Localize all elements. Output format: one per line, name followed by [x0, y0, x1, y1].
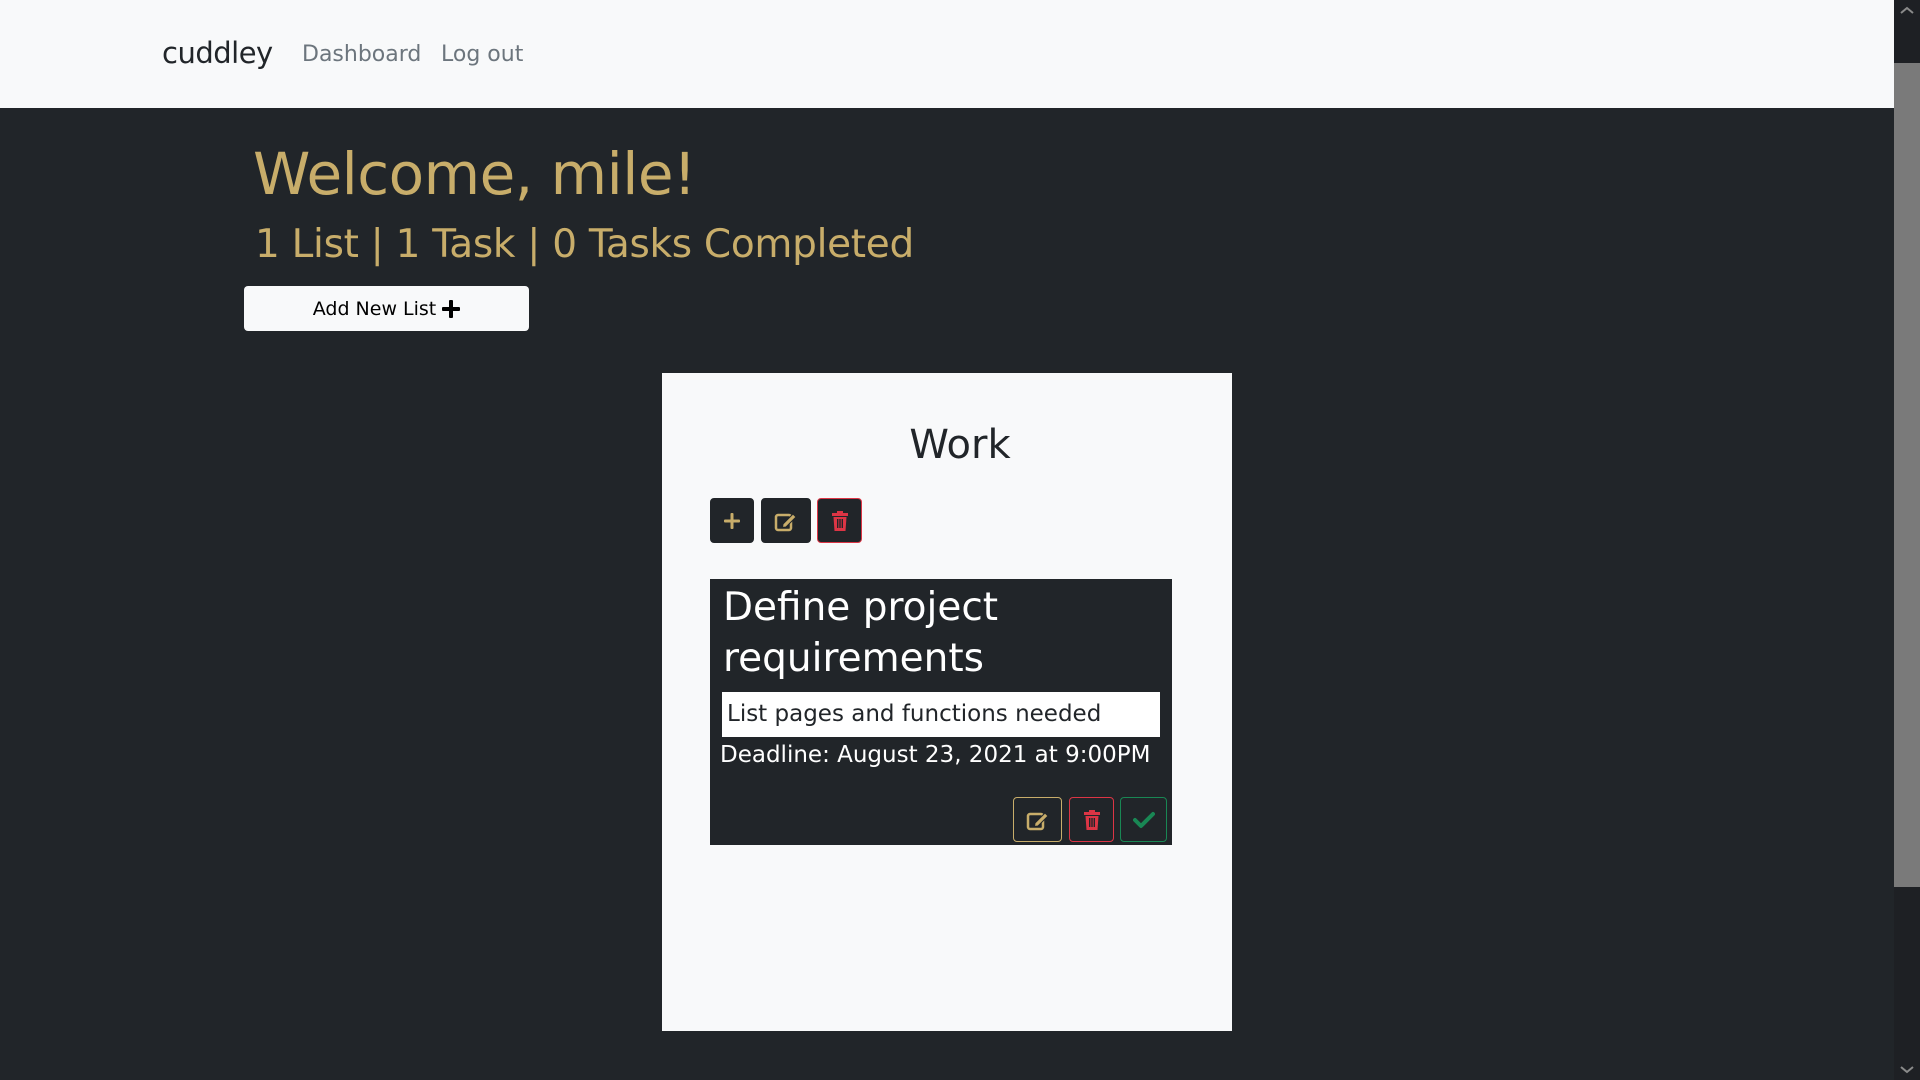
edit-icon: [774, 512, 797, 531]
chevron-down-icon: [1900, 1066, 1914, 1074]
list-title: Work: [909, 422, 1011, 468]
add-new-list-label: Add New List: [312, 297, 437, 320]
complete-task-button[interactable]: [1120, 797, 1167, 842]
edit-icon: [1026, 811, 1049, 830]
task-title: Define project requirements: [723, 585, 999, 681]
nav-link-logout[interactable]: Log out: [441, 42, 523, 67]
add-task-button[interactable]: [710, 498, 754, 543]
check-icon: [1132, 811, 1155, 828]
plus-icon: [724, 512, 740, 529]
chevron-up-icon: [1900, 6, 1914, 14]
scrollbar-thumb[interactable]: [1894, 63, 1920, 887]
delete-list-button[interactable]: [817, 498, 862, 543]
add-new-list-button[interactable]: Add New List: [244, 286, 529, 331]
navbar: cuddley Dashboard Log out: [0, 0, 1894, 108]
scroll-down-button[interactable]: [1894, 1060, 1920, 1080]
page-scrollbar[interactable]: [1894, 0, 1920, 1080]
plus-icon: [442, 299, 461, 318]
welcome-heading: Welcome, mile!: [253, 140, 696, 208]
delete-task-button[interactable]: [1069, 797, 1114, 842]
task-description: List pages and functions needed: [722, 692, 1160, 737]
brand-link[interactable]: cuddley: [162, 36, 273, 70]
task-deadline: Deadline: August 23, 2021 at 9:00PM: [720, 742, 1151, 768]
stats-summary: 1 List | 1 Task | 0 Tasks Completed: [255, 222, 914, 267]
edit-task-button[interactable]: [1013, 797, 1062, 842]
scroll-up-button[interactable]: [1894, 0, 1920, 20]
nav-link-dashboard[interactable]: Dashboard: [302, 42, 421, 67]
trash-icon: [831, 510, 848, 531]
trash-icon: [1083, 809, 1100, 830]
edit-list-button[interactable]: [761, 498, 811, 543]
